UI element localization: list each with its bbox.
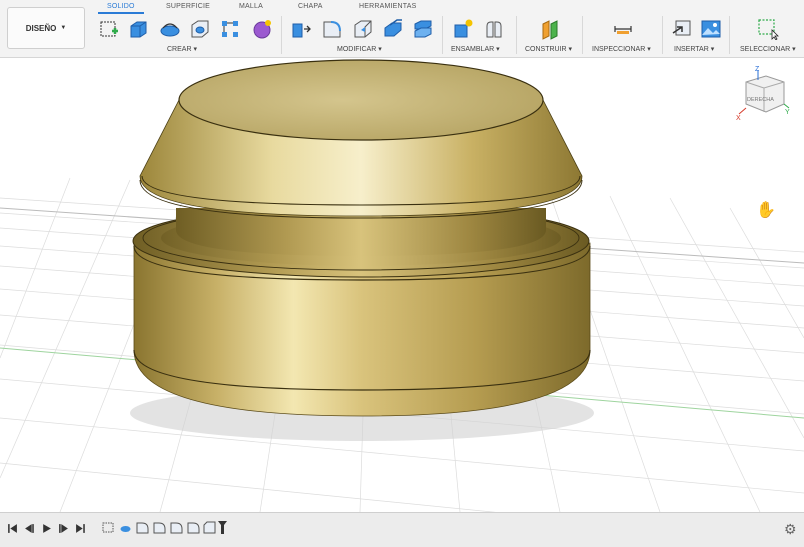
go-to-end-icon[interactable] (74, 521, 86, 535)
separator (516, 16, 517, 54)
workspace-label: DISEÑO (25, 23, 57, 33)
tab-chapa[interactable]: CHAPA (298, 3, 323, 10)
tab-herramientas[interactable]: HERRAMIENTAS (359, 3, 417, 10)
group-label-crear[interactable]: CREAR ▾ (167, 45, 197, 53)
insert-derive-icon[interactable] (670, 17, 693, 40)
extrude-icon[interactable] (126, 17, 149, 40)
group-label-modificar[interactable]: MODIFICAR ▾ (337, 45, 382, 53)
timeline-fillet-icon[interactable] (170, 521, 184, 535)
axis-y-label: Y (785, 109, 790, 116)
combine-icon[interactable] (411, 17, 434, 40)
group-label-insertar[interactable]: INSERTAR ▾ (674, 45, 714, 53)
separator (281, 16, 282, 54)
pan-cursor-icon: ✋ (756, 202, 776, 219)
hole-icon[interactable] (188, 17, 211, 40)
chamfer-icon[interactable] (351, 17, 374, 40)
pattern-icon[interactable] (218, 17, 241, 40)
press-pull-icon[interactable] (289, 17, 312, 40)
chevron-down-icon: ▼ (60, 25, 67, 31)
create-form-icon[interactable] (250, 17, 273, 40)
timeline-marker-icon[interactable] (216, 521, 230, 535)
step-back-icon[interactable] (23, 521, 35, 535)
viewcube-icon[interactable]: DERECHA Z X Y (736, 64, 792, 124)
axis-z-label: Z (755, 66, 760, 73)
separator (729, 16, 730, 54)
separator (662, 16, 663, 54)
measure-icon[interactable] (611, 17, 634, 40)
timeline-fillet-icon[interactable] (153, 521, 167, 535)
gear-icon[interactable]: ⚙ (784, 521, 797, 538)
offset-plane-icon[interactable] (538, 17, 561, 40)
group-label-ensamblar[interactable]: ENSAMBLAR ▾ (451, 45, 500, 53)
timeline-chamfer-icon[interactable] (203, 521, 217, 535)
tab-malla[interactable]: MALLA (239, 3, 263, 10)
tab-solido[interactable]: SOLIDO (107, 3, 135, 10)
group-label-inspeccionar[interactable]: INSPECCIONAR ▾ (592, 45, 651, 53)
play-icon[interactable] (40, 521, 52, 535)
timeline-revolve-icon[interactable] (119, 521, 133, 535)
timeline-fillet-icon[interactable] (136, 521, 150, 535)
new-component-icon[interactable] (451, 17, 474, 40)
canvas-viewport[interactable]: DERECHA Z X Y (0, 58, 804, 512)
select-window-icon[interactable] (756, 17, 779, 40)
step-forward-icon[interactable] (57, 521, 69, 535)
joint-icon[interactable] (482, 17, 505, 40)
viewcube-face-label: DERECHA (747, 97, 774, 103)
timeline-fillet-icon[interactable] (187, 521, 201, 535)
revolve-icon[interactable] (158, 17, 181, 40)
toolbar: DISEÑO ▼ SOLIDO SUPERFICIE MALLA CHAPA H… (0, 0, 804, 58)
group-label-construir[interactable]: CONSTRUIR ▾ (525, 45, 572, 53)
ground-grid (0, 59, 804, 512)
timeline-sketch-icon[interactable] (102, 521, 116, 535)
separator (442, 16, 443, 54)
axis-x-label: X (736, 115, 741, 122)
workspace-switcher-button[interactable]: DISEÑO ▼ (7, 7, 85, 49)
create-sketch-icon[interactable] (97, 17, 120, 40)
go-to-start-icon[interactable] (6, 521, 18, 535)
tab-superficie[interactable]: SUPERFICIE (166, 3, 210, 10)
shell-icon[interactable] (381, 17, 404, 40)
group-label-seleccionar[interactable]: SELECCIONAR ▾ (740, 45, 796, 53)
separator (582, 16, 583, 54)
insert-image-icon[interactable] (699, 17, 722, 40)
fillet-icon[interactable] (320, 17, 343, 40)
active-tab-indicator (98, 12, 144, 14)
